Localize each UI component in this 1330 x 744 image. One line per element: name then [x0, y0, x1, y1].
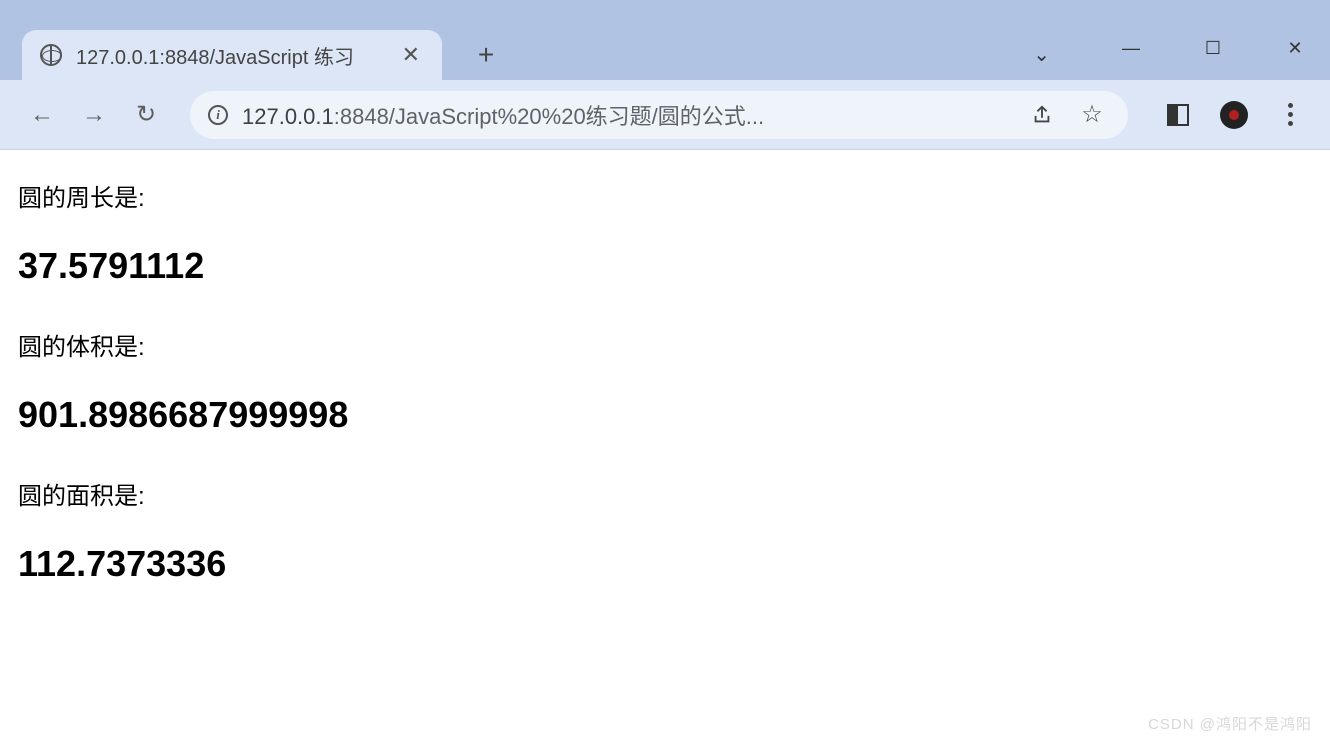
circumference-value: 37.5791112	[18, 245, 1312, 287]
area-label: 圆的面积是:	[18, 476, 1312, 511]
browser-toolbar: ← → ↻ i 127.0.0.1:8848/JavaScript%20%20练…	[0, 80, 1330, 150]
site-info-icon[interactable]: i	[208, 105, 228, 125]
url-host: 127.0.0.1	[242, 104, 334, 129]
close-window-button[interactable]: ✕	[1272, 28, 1318, 68]
url-path: :8848/JavaScript%20%20练习题/圆的公式...	[334, 104, 764, 129]
panel-icon[interactable]	[1160, 97, 1196, 133]
maximize-button[interactable]: ☐	[1190, 28, 1236, 68]
window-controls: — ☐ ✕	[1108, 28, 1318, 68]
record-icon[interactable]	[1216, 97, 1252, 133]
circumference-label: 圆的周长是:	[18, 178, 1312, 213]
tab-strip: 127.0.0.1:8848/JavaScript 练习 ✕ + ⌄ — ☐ ✕	[0, 16, 1330, 80]
volume-label: 圆的体积是:	[18, 327, 1312, 362]
star-icon[interactable]: ☆	[1074, 97, 1110, 133]
menu-button[interactable]	[1272, 97, 1308, 133]
volume-value: 901.8986687999998	[18, 394, 1312, 436]
plus-icon: +	[478, 39, 494, 71]
chevron-down-icon[interactable]: ⌄	[1033, 42, 1050, 67]
minimize-button[interactable]: —	[1108, 28, 1154, 68]
url-text: 127.0.0.1:8848/JavaScript%20%20练习题/圆的公式.…	[242, 99, 1010, 131]
tab-title: 127.0.0.1:8848/JavaScript 练习	[76, 41, 382, 70]
toolbar-right-actions	[1152, 97, 1308, 133]
close-tab-button[interactable]: ✕	[396, 40, 426, 70]
titlebar-spacer	[0, 0, 1330, 16]
forward-button[interactable]: →	[74, 95, 114, 135]
reload-button[interactable]: ↻	[126, 95, 166, 135]
browser-tab[interactable]: 127.0.0.1:8848/JavaScript 练习 ✕	[22, 30, 442, 80]
share-icon[interactable]	[1024, 97, 1060, 133]
new-tab-button[interactable]: +	[462, 30, 510, 80]
globe-icon	[40, 44, 62, 66]
address-bar[interactable]: i 127.0.0.1:8848/JavaScript%20%20练习题/圆的公…	[190, 91, 1128, 139]
area-value: 112.7373336	[18, 543, 1312, 585]
watermark: CSDN @鸿阳不是鸿阳	[1148, 713, 1312, 734]
back-button[interactable]: ←	[22, 95, 62, 135]
page-content: 圆的周长是: 37.5791112 圆的体积是: 901.89866879999…	[0, 150, 1330, 744]
